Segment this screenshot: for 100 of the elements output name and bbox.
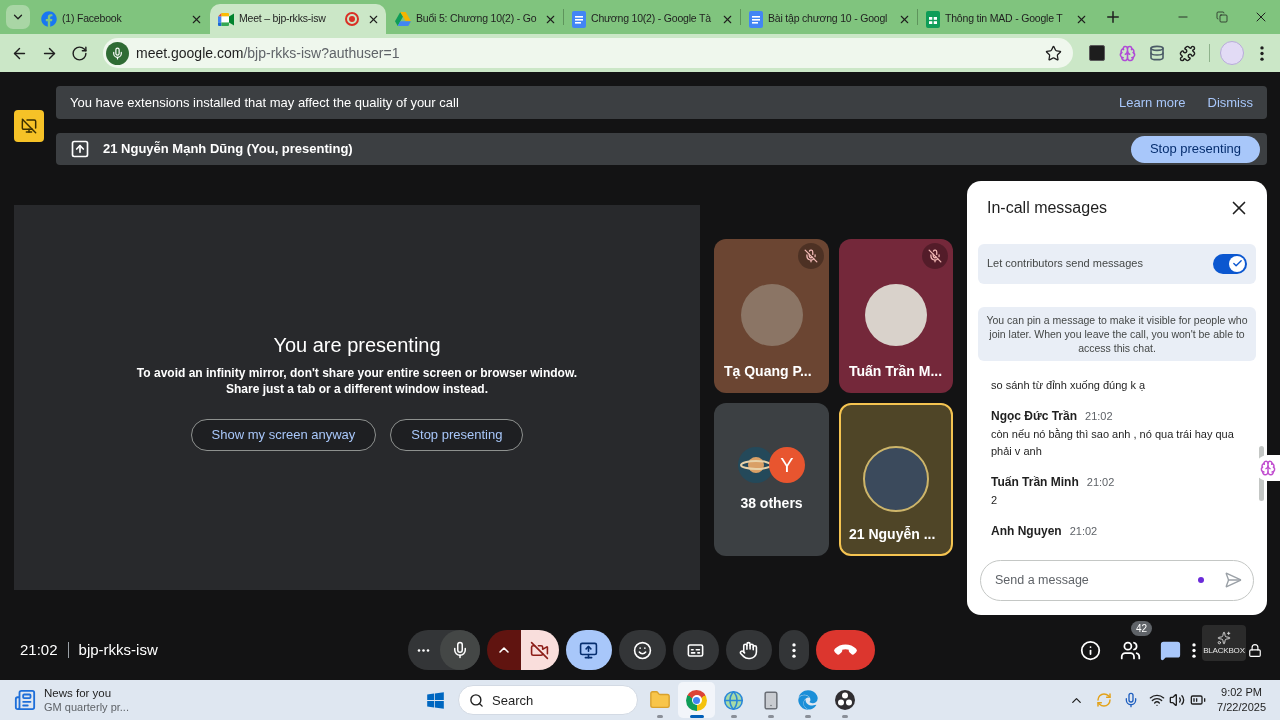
lock-icon[interactable] <box>1248 641 1262 659</box>
more-options-button[interactable] <box>778 630 809 670</box>
participant-name: 38 others <box>740 494 803 512</box>
news-headline[interactable]: GM quarterly pr... <box>44 700 129 714</box>
taskbar-app-button[interactable] <box>678 682 715 718</box>
address-text: meet.google.com/bjp-rkks-isw?authuser=1 <box>136 43 401 63</box>
check-icon <box>1231 258 1243 269</box>
brain-icon <box>1118 44 1136 62</box>
search-field[interactable]: Search <box>458 685 638 715</box>
participant-tile[interactable]: 21 Nguyễn ... <box>839 403 953 556</box>
browser-tab[interactable]: (1) Facebook <box>33 4 209 34</box>
message-time: 21:02 <box>1085 408 1113 424</box>
square-arrow-up-icon <box>70 139 90 159</box>
more-vertical-icon <box>1192 642 1196 658</box>
meeting-time: 21:02 <box>20 639 58 660</box>
banner-action-link[interactable]: Learn more <box>1119 92 1186 113</box>
camera-button[interactable] <box>520 630 559 670</box>
presenter-text: 21 Nguyễn Mạnh Dũng (You, presenting) <box>103 140 354 159</box>
windows-logo-icon <box>425 690 445 710</box>
meeting-code: bjp-rkks-isw <box>78 639 158 660</box>
participant-name: Tạ Quang P... <box>724 363 812 379</box>
facebook-logo-icon <box>41 11 57 27</box>
message-input-field[interactable]: Send a message <box>980 559 1254 601</box>
cylinder-icon <box>1149 45 1165 61</box>
browser-tab[interactable]: Meet – bjp-rkks-isw <box>210 4 386 34</box>
stop-presenting-button[interactable]: Stop presenting <box>1130 135 1260 163</box>
message-time: 21:02 <box>1069 523 1098 539</box>
video-camera-off-icon <box>530 640 549 660</box>
sparkle-icon <box>1217 630 1231 645</box>
message-text: còn nếu nó bằng thì sao anh , nó qua trái hay qua phải v anh <box>991 426 1235 459</box>
speaker-icon[interactable] <box>1169 692 1186 708</box>
raise-hand-button[interactable] <box>725 630 772 670</box>
stop-presenting-button[interactable]: Stop presenting <box>390 418 524 451</box>
smiley-icon <box>632 640 652 660</box>
participant-count-badge: 42 <box>1131 621 1153 636</box>
more-vertical-icon <box>791 642 796 658</box>
participant-name: Tuấn Trần M... <box>849 363 943 379</box>
globe-icon <box>723 689 744 711</box>
star-icon <box>1044 44 1062 62</box>
puzzle-icon <box>1178 44 1196 62</box>
search-icon <box>469 692 484 708</box>
leave-call-button[interactable] <box>815 630 875 670</box>
recorder-widget[interactable]: BLACKBOX <box>1202 625 1246 661</box>
info-icon <box>1079 639 1101 661</box>
presenting-title: You are presenting <box>273 332 441 357</box>
plus-icon <box>1104 8 1122 26</box>
message-time: 21:02 <box>1086 474 1115 490</box>
address-field[interactable]: meet.google.com/bjp-rkks-isw?authuser=1 <box>103 38 1073 68</box>
microphone-button[interactable] <box>439 630 480 670</box>
browser-tab[interactable]: Chương 10(2) - Google Tà <box>564 4 740 34</box>
reactions-button[interactable] <box>618 630 666 670</box>
presenting-message: To avoid an infinity mirror, don't share your entire screen or browser window. <box>136 364 578 381</box>
planet-avatar-icon <box>738 447 774 483</box>
edge-logo-icon <box>797 690 818 710</box>
banner-action-link[interactable]: Dismiss <box>1207 92 1253 113</box>
document-icon <box>749 10 763 28</box>
toggle-switch[interactable] <box>1213 253 1247 274</box>
monitor-up-icon <box>579 640 598 660</box>
microphone-icon <box>111 46 124 60</box>
participant-tile[interactable]: Tuấn Trần M... <box>839 239 953 393</box>
monitor-off-icon[interactable] <box>14 109 44 142</box>
extension-tile-icon <box>1089 45 1105 61</box>
news-title[interactable]: News for you <box>44 686 129 700</box>
setting-label: Let contributors send messages <box>987 256 1143 272</box>
info-note: You can pin a message to make it visible for people who join later. When you leave the call, you won't be able to access this chat. <box>978 306 1256 361</box>
sender-name: Tuấn Trần Minh <box>991 473 1079 490</box>
document-icon <box>572 10 586 28</box>
chat-bubble-icon <box>1159 639 1181 661</box>
newspaper-icon[interactable] <box>14 689 36 711</box>
people-icon <box>1119 639 1141 661</box>
notice-text: You have extensions installed that may affect the quality of your call <box>70 93 460 112</box>
participant-name: 21 Nguyễn ... <box>849 526 936 542</box>
sender-name: Ngọc Đức Trần <box>991 407 1078 424</box>
wifi-icon[interactable] <box>1149 692 1166 708</box>
message-text: 2 <box>991 492 999 508</box>
browser-tab[interactable]: Bài tập chương 10 - Googl <box>741 4 917 34</box>
clock-date[interactable]: 7/22/2025 <box>1217 700 1266 715</box>
browser-tab[interactable]: Thông tin MAD - Google T <box>918 4 1094 34</box>
site-info-button[interactable] <box>106 41 129 65</box>
avatar-initial: Y <box>769 447 805 483</box>
participant-tile[interactable]: Y 38 others <box>714 403 829 556</box>
participant-tile[interactable]: Tạ Quang P... <box>714 239 829 393</box>
send-icon <box>1223 571 1242 589</box>
captions-button[interactable] <box>672 630 719 670</box>
reload-icon <box>70 44 88 62</box>
show-screen-anyway-button[interactable]: Show my screen anyway <box>190 418 377 451</box>
battery-icon[interactable] <box>1189 692 1208 708</box>
hand-icon <box>739 640 758 660</box>
folder-icon <box>648 689 671 711</box>
tab-search-button[interactable] <box>6 5 30 29</box>
browser-tab[interactable]: Buổi 5: Chương 10(2) - Go <box>387 4 563 34</box>
video-camera-logo-icon <box>218 12 234 26</box>
chrome-logo-icon <box>686 689 707 711</box>
recorder-label: BLACKBOX <box>1203 645 1245 656</box>
sender-name: Anh Nguyen <box>991 522 1062 539</box>
ellipsis-icon <box>417 648 430 652</box>
present-button[interactable] <box>565 630 612 670</box>
panel-title: In-call messages <box>987 197 1108 218</box>
clock-time[interactable]: 9:02 PM <box>1221 685 1262 700</box>
menu-icon <box>1260 45 1264 61</box>
